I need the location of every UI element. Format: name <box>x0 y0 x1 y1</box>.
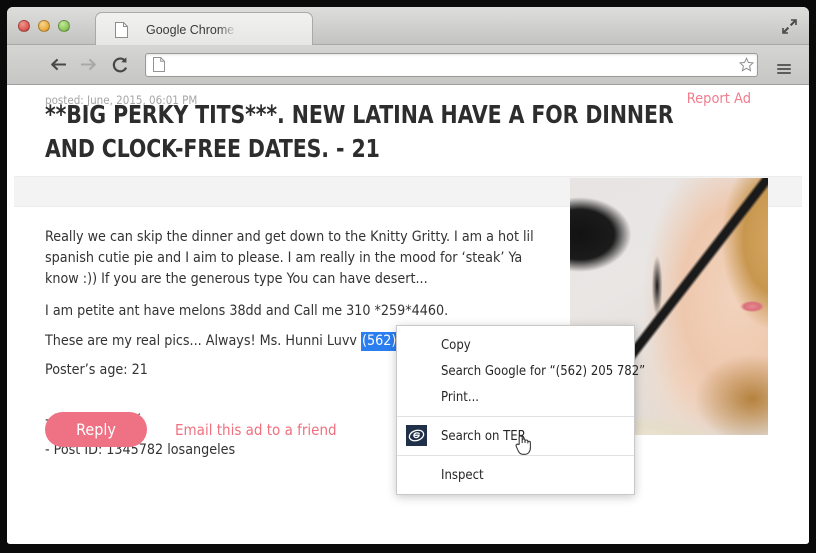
context-menu: Copy Search Google for “(562) 205 782” P… <box>396 325 645 495</box>
page-viewport: **BIG PERKY TITS***. NEW LATINA HAVE A F… <box>7 85 809 543</box>
bookmark-star-icon[interactable] <box>735 57 757 72</box>
ad-paragraph-prefix: These are my real pics... Always! Ms. Hu… <box>45 332 361 349</box>
ter-icon <box>406 425 427 446</box>
address-bar-input[interactable] <box>165 57 735 72</box>
browser-tab[interactable]: Google Chrome <box>95 12 313 46</box>
tab-strip: Google Chrome <box>7 7 809 46</box>
menu-item-label: Search Google for “(562) 205 782” <box>441 363 646 379</box>
menu-item-search-on-ter[interactable]: Search on TER <box>397 423 634 455</box>
menu-item-copy[interactable]: Copy <box>397 332 634 358</box>
reply-button[interactable]: Reply <box>45 412 147 447</box>
menu-item-label: Print... <box>441 389 480 405</box>
browser-toolbar <box>7 45 809 85</box>
close-window-button[interactable] <box>18 20 30 32</box>
chrome-browser-window: Google Chrome **BIG PERKY TITS***. NEW L… <box>7 7 809 544</box>
ad-actions: Reply Email this ad to a friend <box>45 412 337 447</box>
menu-item-search-google[interactable]: Search Google for “(562) 205 782” <box>397 358 645 384</box>
chrome-menu-icon[interactable] <box>771 53 797 77</box>
fullscreen-icon[interactable] <box>781 18 798 35</box>
menu-item-print[interactable]: Print... <box>397 384 634 410</box>
context-menu-group: Copy Search Google for “(562) 205 782” P… <box>397 331 645 411</box>
window-frame: Google Chrome **BIG PERKY TITS***. NEW L… <box>0 0 816 553</box>
reload-icon[interactable] <box>107 52 133 78</box>
posted-timestamp: posted: June, 2015, 06:01 PM <box>45 93 198 107</box>
menu-separator <box>397 416 634 417</box>
ad-paragraph: I am petite ant have melons 38dd and Cal… <box>45 302 449 319</box>
menu-item-label: Copy <box>441 337 471 353</box>
menu-item-label: Inspect <box>441 467 484 483</box>
page-title: **BIG PERKY TITS***. NEW LATINA HAVE A F… <box>45 100 674 163</box>
hamburger-bars <box>777 63 791 66</box>
menu-separator <box>397 455 634 456</box>
menu-item-label: Search on TER <box>441 428 526 444</box>
menu-item-inspect[interactable]: Inspect <box>397 462 634 488</box>
window-controls <box>18 20 70 32</box>
maximize-window-button[interactable] <box>58 20 70 32</box>
page-icon <box>153 57 165 72</box>
address-bar[interactable] <box>145 52 758 77</box>
context-menu-group: Search on TER <box>397 422 634 455</box>
back-icon[interactable] <box>45 52 71 78</box>
forward-icon[interactable] <box>75 52 101 78</box>
ad-paragraph: Really we can skip the dinner and get do… <box>45 229 534 287</box>
report-ad-link[interactable]: Report Ad <box>687 91 751 107</box>
minimize-window-button[interactable] <box>38 20 50 32</box>
page-icon <box>115 21 128 38</box>
email-ad-to-friend-link[interactable]: Email this ad to a friend <box>175 421 337 439</box>
context-menu-group: Inspect <box>397 461 634 489</box>
browser-tab-title: Google Chrome <box>146 22 235 37</box>
